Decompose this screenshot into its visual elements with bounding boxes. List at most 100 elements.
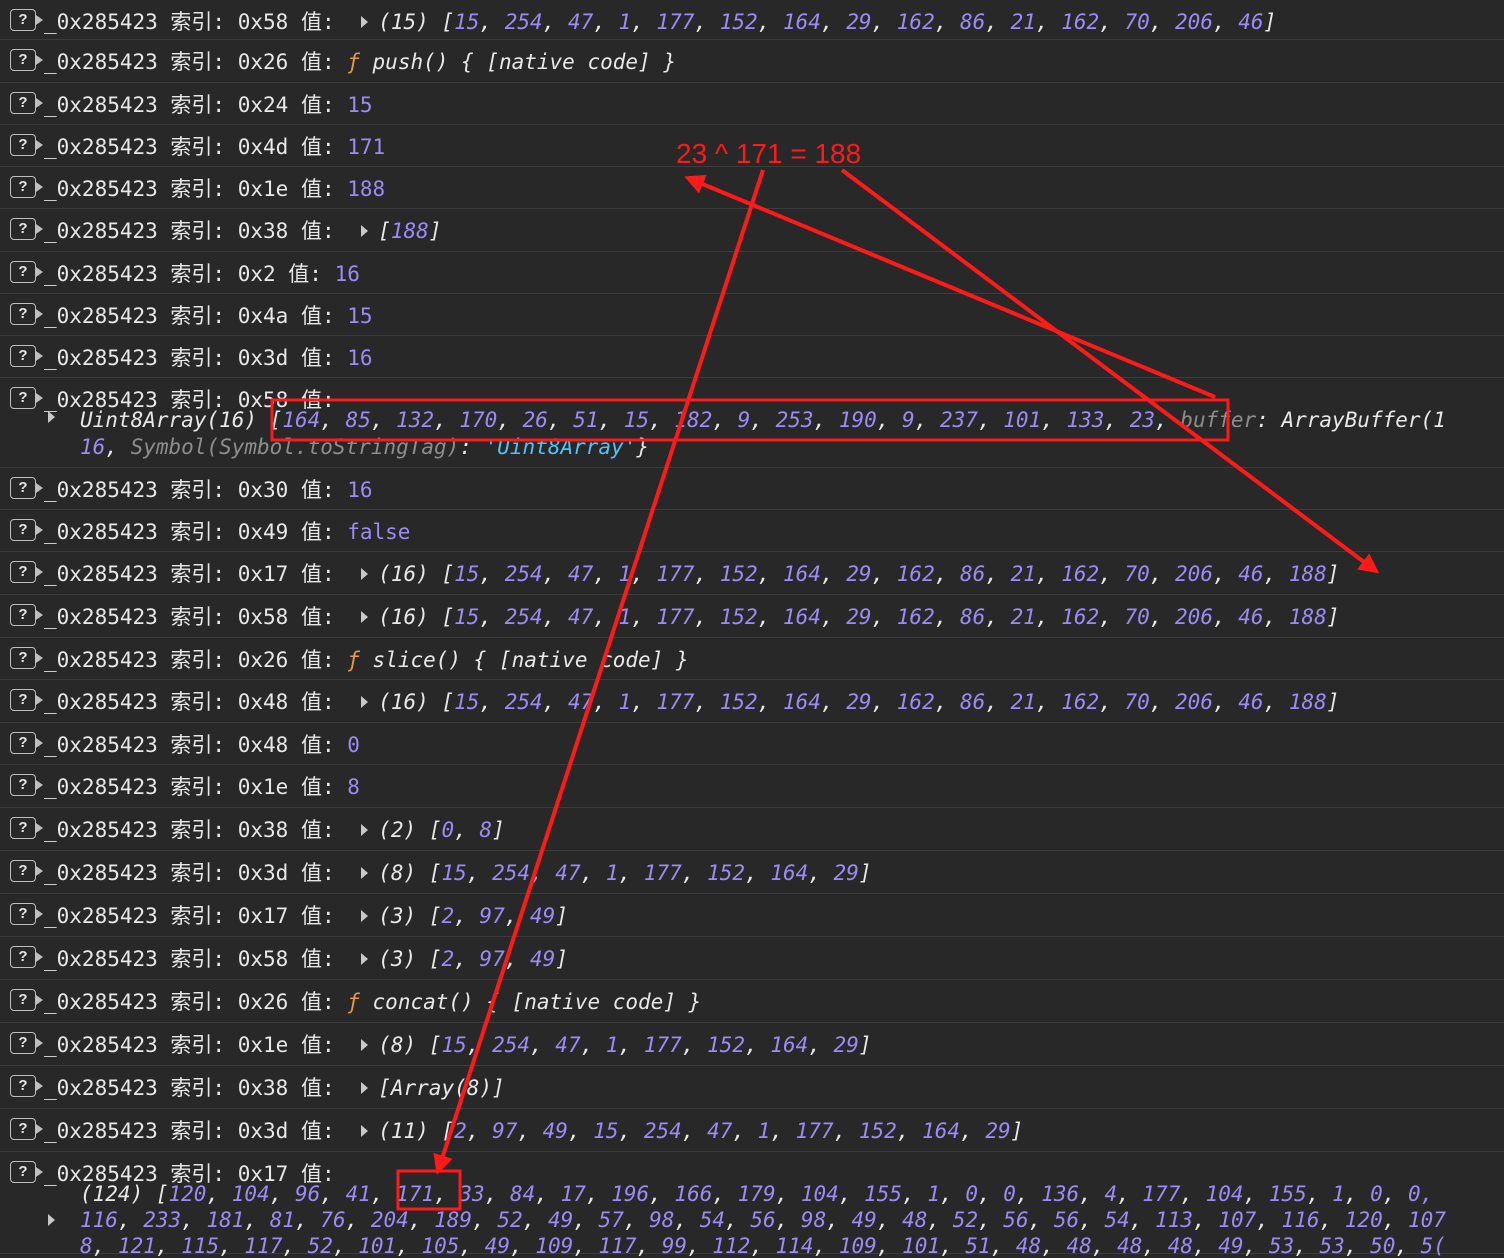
bracket: [ bbox=[428, 861, 442, 885]
array-value: 46 bbox=[1238, 690, 1264, 714]
array-value: 56 bbox=[1053, 1208, 1080, 1232]
separator: , bbox=[1117, 1182, 1143, 1206]
separator: , bbox=[757, 562, 783, 586]
expand-triangle-icon[interactable] bbox=[361, 696, 369, 708]
array-length[interactable]: (3) bbox=[378, 904, 429, 928]
expand-triangle-icon[interactable] bbox=[361, 953, 369, 965]
expand-triangle-icon[interactable] bbox=[361, 867, 369, 879]
question-icon: ? bbox=[10, 732, 43, 754]
array-length[interactable]: (16) bbox=[378, 562, 441, 586]
function-icon: ƒ bbox=[347, 648, 373, 672]
separator: , bbox=[1212, 605, 1239, 629]
separator: , bbox=[977, 408, 1004, 432]
array-value: 46 bbox=[1238, 562, 1264, 586]
console-row: ? _0x285423 索引: 0x1e 值: (8) [15, 254, 47,… bbox=[0, 1023, 1504, 1066]
bracket: ] bbox=[1326, 605, 1340, 629]
bracket: [ bbox=[428, 947, 442, 971]
separator: , bbox=[593, 10, 619, 34]
separator: , bbox=[282, 1234, 308, 1258]
separator: , bbox=[876, 1234, 903, 1258]
array-value: 4 bbox=[1104, 1182, 1118, 1206]
array-value: 171 bbox=[396, 1182, 435, 1206]
log-prefix: _0x285423 索引: bbox=[44, 10, 226, 34]
array-value: 2 bbox=[441, 904, 455, 928]
separator: , bbox=[1243, 1234, 1269, 1258]
expand-triangle-icon[interactable] bbox=[48, 1214, 55, 1226]
expand-triangle-icon[interactable] bbox=[361, 1125, 369, 1137]
separator: , bbox=[687, 1234, 713, 1258]
expand-triangle-icon[interactable] bbox=[361, 16, 369, 28]
separator: , bbox=[820, 10, 847, 34]
array-value: 15 bbox=[441, 861, 467, 885]
array-length[interactable]: (2) bbox=[378, 818, 429, 842]
log-value: 16 bbox=[347, 346, 373, 370]
log-function[interactable]: push() { [native code] } bbox=[373, 50, 676, 74]
array-value: 48 bbox=[1117, 1234, 1143, 1258]
bracket: ] bbox=[858, 861, 872, 885]
expand-triangle-icon[interactable] bbox=[361, 824, 369, 836]
log-index: 0x48 bbox=[225, 733, 289, 757]
array-value: 21 bbox=[1010, 605, 1036, 629]
array-value: 48 bbox=[902, 1208, 928, 1232]
bracket: ] bbox=[555, 947, 568, 971]
array-value: 15 bbox=[441, 1033, 467, 1057]
log-function[interactable]: slice() { [native code] } bbox=[373, 648, 689, 672]
expand-triangle-icon[interactable] bbox=[361, 1039, 369, 1051]
expand-triangle-icon[interactable] bbox=[361, 1082, 369, 1094]
log-index: 0x3d bbox=[225, 861, 289, 885]
array-length[interactable]: (3) bbox=[378, 947, 429, 971]
log-prefix: _0x285423 索引: bbox=[44, 1162, 226, 1186]
console-row: ? _0x285423 索引: 0x30 值: 16 bbox=[0, 468, 1504, 510]
console-row: ? _0x285423 索引: 0x3d 值: (11) [2, 97, 49, … bbox=[0, 1109, 1504, 1152]
separator: , bbox=[466, 1033, 493, 1057]
array-value: 177 bbox=[656, 562, 695, 586]
array-value: 47 bbox=[555, 1033, 581, 1057]
array-length[interactable]: (16) bbox=[378, 605, 441, 629]
array-length[interactable]: (15) bbox=[378, 10, 441, 34]
array-length[interactable]: (11) bbox=[378, 1119, 441, 1143]
array-value: 117 bbox=[244, 1234, 283, 1258]
expand-triangle-icon[interactable] bbox=[361, 611, 369, 623]
separator: , bbox=[1256, 1208, 1282, 1232]
separator: , bbox=[530, 861, 556, 885]
log-prefix: _0x285423 索引: bbox=[44, 93, 226, 117]
expand-triangle-icon[interactable] bbox=[361, 225, 369, 237]
array-length[interactable]: (16) bbox=[378, 690, 441, 714]
log-value[interactable]: [Array(8)] bbox=[378, 1076, 504, 1100]
log-value: 8 bbox=[347, 775, 360, 799]
log-index: 0x4d bbox=[225, 135, 289, 159]
separator: , bbox=[985, 605, 1011, 629]
array-value: 162 bbox=[896, 690, 935, 714]
separator: , bbox=[1142, 1234, 1168, 1258]
array-value: 49 bbox=[1218, 1234, 1244, 1258]
console-row: ? _0x285423 索引: 0x26 值: ƒ concat() { [nat… bbox=[0, 980, 1504, 1023]
array-value: 86 bbox=[960, 10, 986, 34]
array-value: 15 bbox=[454, 605, 480, 629]
expand-triangle-icon[interactable] bbox=[361, 568, 369, 580]
log-line: _0x285423 索引: 0x26 值: ƒ slice() { [nativ… bbox=[44, 644, 689, 674]
log-value-label: 值: bbox=[288, 861, 348, 885]
array-value: 233 bbox=[143, 1208, 182, 1232]
log-value: 16 bbox=[347, 478, 373, 502]
console-row: ? Uint8Array(16) [164, 85, 132, 170, 26, … bbox=[0, 378, 1504, 468]
array-value: 8 bbox=[479, 818, 493, 842]
console-row: ? _0x285423 索引: 0x26 值: ƒ push() { [nativ… bbox=[0, 40, 1504, 83]
log-index: 0x58 bbox=[225, 947, 289, 971]
array-length[interactable]: (8) bbox=[378, 861, 429, 885]
array-value: 107 bbox=[1218, 1208, 1257, 1232]
array-value: 51 bbox=[965, 1234, 991, 1258]
log-function[interactable]: concat() { [native code] } bbox=[373, 990, 702, 1014]
separator: , bbox=[408, 1208, 435, 1232]
array-value: 254 bbox=[504, 562, 543, 586]
array-length[interactable]: (8) bbox=[378, 1033, 429, 1057]
log-value: 0 bbox=[347, 733, 360, 757]
array-value: 1 bbox=[1332, 1182, 1345, 1206]
log-value: 16 bbox=[334, 262, 360, 286]
console-row: ? _0x285423 索引: 0x3d 值: 16 bbox=[0, 336, 1504, 378]
log-prefix: _0x285423 索引: bbox=[44, 219, 226, 243]
log-value-label: 值: bbox=[288, 50, 348, 74]
separator: , bbox=[1099, 690, 1125, 714]
expand-triangle-icon[interactable] bbox=[361, 910, 369, 922]
console-row: ? _0x285423 索引: 0x24 值: 15 bbox=[0, 83, 1504, 125]
log-value-label: 值: bbox=[288, 648, 348, 672]
